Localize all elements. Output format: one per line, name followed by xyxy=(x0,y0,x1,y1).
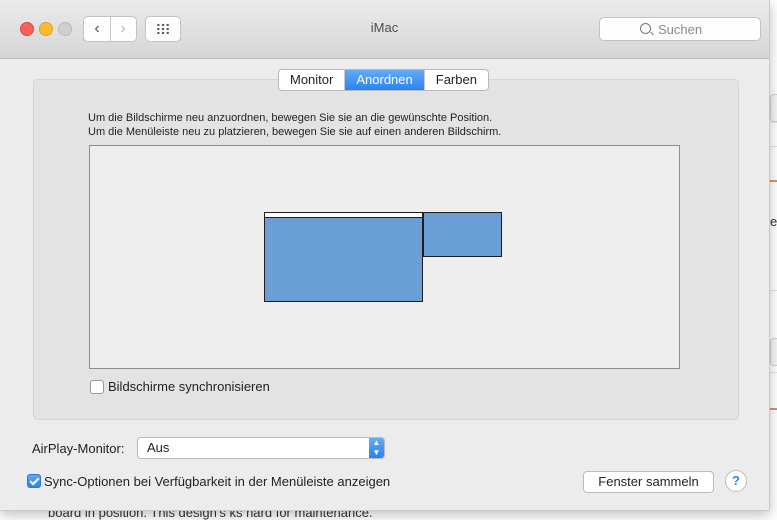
tab-colors[interactable]: Farben xyxy=(425,70,488,90)
instruction-line-1: Um die Bildschirme neu anzuordnen, beweg… xyxy=(88,112,493,124)
background-edge-button xyxy=(770,338,777,366)
background-edge-button xyxy=(770,94,777,122)
airplay-select[interactable]: Aus ▲ ▼ xyxy=(137,437,385,459)
gather-windows-button[interactable]: Fenster sammeln xyxy=(583,471,714,493)
background-edge-text: e xyxy=(770,214,777,229)
search-field[interactable]: Suchen xyxy=(599,17,761,41)
display-arrangement-area xyxy=(89,145,680,369)
tab-monitor[interactable]: Monitor xyxy=(279,70,346,90)
tab-arrange[interactable]: Anordnen xyxy=(345,70,425,90)
help-button[interactable]: ? xyxy=(725,470,747,492)
main-display[interactable] xyxy=(264,217,423,302)
mirror-displays-checkbox[interactable] xyxy=(90,380,104,394)
secondary-display[interactable] xyxy=(423,212,502,257)
chevron-updown-icon: ▲ ▼ xyxy=(369,438,384,458)
search-placeholder: Suchen xyxy=(658,22,703,37)
sync-options-label: Sync-Optionen bei Verfügbarkeit in der M… xyxy=(44,474,391,489)
airplay-value: Aus xyxy=(147,440,170,455)
tab-bar: Monitor Anordnen Farben xyxy=(278,69,489,91)
sync-options-checkbox[interactable] xyxy=(27,474,41,488)
search-icon xyxy=(640,23,651,34)
airplay-label: AirPlay-Monitor: xyxy=(32,441,125,456)
mirror-displays-label: Bildschirme synchronisieren xyxy=(108,379,270,394)
title-bar: ‹ › iMac Suchen xyxy=(0,0,769,59)
instruction-line-2: Um die Menüleiste neu zu platzieren, bew… xyxy=(88,126,502,138)
preferences-window: ‹ › iMac Suchen Monitor Anordnen Farben … xyxy=(0,0,770,511)
